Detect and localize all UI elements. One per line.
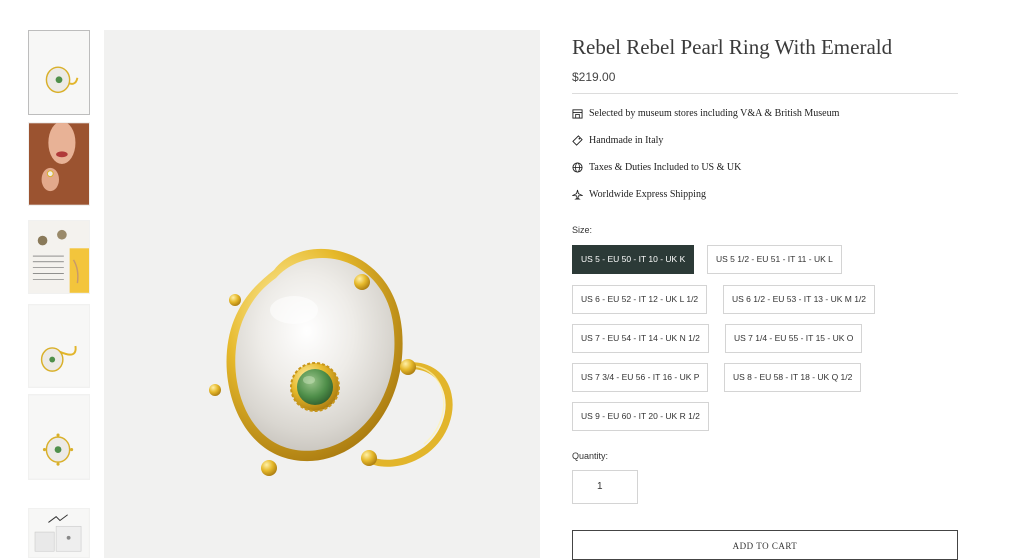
size-option-us6-half[interactable]: US 6 1/2 - EU 53 - IT 13 - UK M 1/2 bbox=[723, 285, 876, 314]
thumbnail-ring-side[interactable] bbox=[28, 304, 90, 388]
ring-top-thumbnail-image bbox=[29, 395, 89, 479]
size-option-us5-half[interactable]: US 5 1/2 - EU 51 - IT 11 - UK L bbox=[707, 245, 842, 274]
feature-text: Selected by museum stores including V&A … bbox=[589, 108, 840, 119]
feature-text: Worldwide Express Shipping bbox=[589, 189, 706, 200]
quantity-label: Quantity: bbox=[572, 451, 609, 461]
feature-shipping: Worldwide Express Shipping bbox=[572, 189, 706, 200]
thumbnail-ring-top[interactable] bbox=[28, 394, 90, 480]
packaging-thumbnail-image bbox=[29, 509, 89, 557]
pearl-ring-illustration bbox=[209, 248, 453, 476]
plane-icon bbox=[572, 189, 583, 200]
add-to-cart-button[interactable]: ADD TO CART bbox=[572, 530, 958, 560]
feature-handmade: Handmade in Italy bbox=[572, 135, 663, 146]
feature-text: Handmade in Italy bbox=[589, 135, 664, 146]
main-product-image[interactable] bbox=[104, 30, 540, 558]
globe-icon bbox=[572, 162, 583, 173]
ring-front-thumbnail-image bbox=[29, 31, 89, 114]
size-option-us8[interactable]: US 8 - EU 58 - IT 18 - UK Q 1/2 bbox=[724, 363, 862, 392]
size-option-us7-quarter[interactable]: US 7 1/4 - EU 55 - IT 15 - UK O bbox=[725, 324, 863, 353]
feature-taxes: Taxes & Duties Included to US & UK bbox=[572, 162, 741, 173]
thumbnail-model-wearing[interactable] bbox=[28, 122, 90, 206]
size-label: Size: bbox=[572, 225, 593, 235]
quantity-input[interactable]: 1 bbox=[572, 470, 638, 504]
size-option-us6[interactable]: US 6 - EU 52 - IT 12 - UK L 1/2 bbox=[572, 285, 708, 314]
size-option-us7-three-quarter[interactable]: US 7 3/4 - EU 56 - IT 16 - UK P bbox=[572, 363, 709, 392]
size-option-us5[interactable]: US 5 - EU 50 - IT 10 - UK K bbox=[572, 245, 695, 274]
divider bbox=[572, 93, 958, 94]
size-option-us7[interactable]: US 7 - EU 54 - IT 14 - UK N 1/2 bbox=[572, 324, 709, 353]
thumbnail-styled-flatlay[interactable] bbox=[28, 220, 90, 294]
model-wearing-thumbnail-image bbox=[29, 123, 89, 205]
thumbnail-ring-front[interactable] bbox=[28, 30, 90, 115]
styled-flatlay-thumbnail-image bbox=[29, 221, 89, 293]
product-title: Rebel Rebel Pearl Ring With Emerald bbox=[572, 35, 893, 59]
size-option-us9[interactable]: US 9 - EU 60 - IT 20 - UK R 1/2 bbox=[572, 402, 709, 431]
feature-museum-stores: Selected by museum stores including V&A … bbox=[572, 108, 839, 119]
feature-text: Taxes & Duties Included to US & UK bbox=[589, 162, 742, 173]
thumbnail-packaging[interactable] bbox=[28, 508, 90, 558]
ring-side-thumbnail-image bbox=[29, 305, 89, 387]
store-icon bbox=[572, 108, 583, 119]
product-price: $219.00 bbox=[572, 70, 616, 84]
tag-icon bbox=[572, 135, 583, 146]
